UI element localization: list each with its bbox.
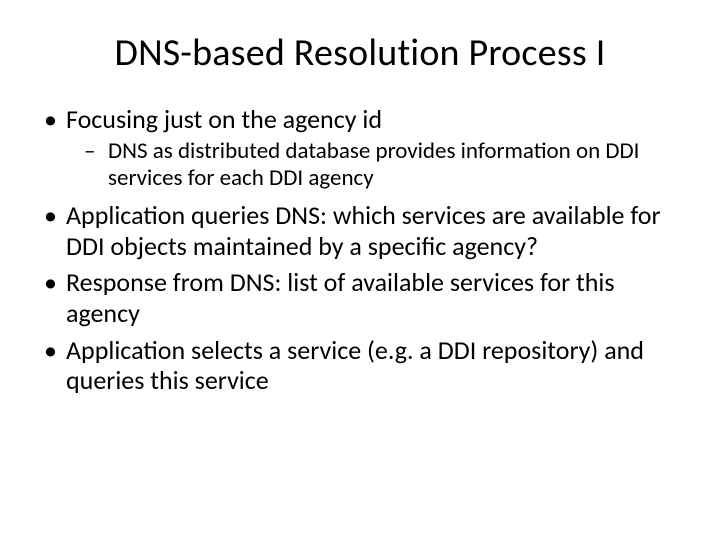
bullet-item: Application selects a service (e.g. a DD… <box>40 335 680 396</box>
bullet-item: Response from DNS: list of available ser… <box>40 267 680 328</box>
bullet-text: Response from DNS: list of available ser… <box>66 266 615 329</box>
bullet-item: Application queries DNS: which services … <box>40 200 680 261</box>
bullet-text: Application selects a service (e.g. a DD… <box>66 334 644 397</box>
bullet-item: Focusing just on the agency id DNS as di… <box>40 104 680 192</box>
sub-bullet-text: DNS as distributed database provides inf… <box>108 137 639 192</box>
slide: DNS-based Resolution Process I Focusing … <box>0 0 720 540</box>
bullet-list: Focusing just on the agency id DNS as di… <box>40 104 680 396</box>
sub-bullet-item: DNS as distributed database provides inf… <box>78 138 680 192</box>
sub-bullet-list: DNS as distributed database provides inf… <box>66 138 680 192</box>
bullet-text: Application queries DNS: which services … <box>66 199 661 262</box>
bullet-text: Focusing just on the agency id <box>66 103 382 135</box>
slide-title: DNS-based Resolution Process I <box>40 30 680 76</box>
